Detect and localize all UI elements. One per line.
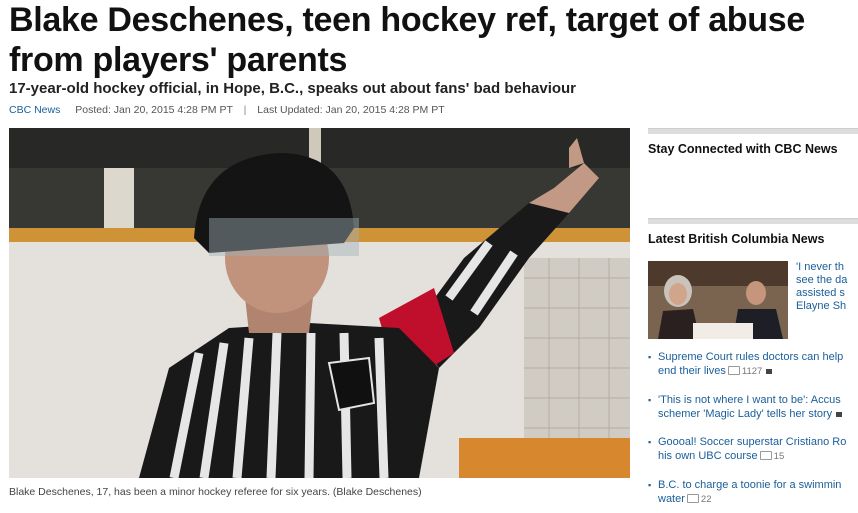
news-item-line: schemer 'Magic Lady' tells her story xyxy=(658,408,833,420)
comment-icon xyxy=(759,451,772,460)
featured-story-image[interactable] xyxy=(648,261,788,339)
video-icon xyxy=(766,369,773,374)
source-link[interactable]: CBC News xyxy=(9,104,60,116)
news-item-line2: his own UBC course 15 xyxy=(658,449,858,464)
news-item[interactable]: 'This is not where I want to be': Accus … xyxy=(648,393,858,421)
news-item-line2: water 22 xyxy=(658,492,858,507)
featured-story[interactable]: 'I never th see the da assisted s Elayne… xyxy=(648,261,858,341)
news-item-line: water xyxy=(658,493,685,505)
comment-icon xyxy=(727,366,740,375)
featured-story-text[interactable]: 'I never th see the da assisted s Elayne… xyxy=(796,261,858,313)
video-icon xyxy=(836,412,843,417)
comment-count: 15 xyxy=(773,451,785,462)
meta-separator: | xyxy=(243,104,247,116)
news-item[interactable]: Goooal! Soccer superstar Cristiano Ro hi… xyxy=(648,435,858,464)
news-item[interactable]: Supreme Court rules doctors can help end… xyxy=(648,350,858,379)
latest-news-section: Latest British Columbia News xyxy=(648,218,858,246)
latest-news-title: Latest British Columbia News xyxy=(648,232,825,246)
news-item-line: his own UBC course xyxy=(658,450,758,462)
news-item-line: Goooal! Soccer superstar Cristiano Ro xyxy=(658,436,847,448)
posted-date: Posted: Jan 20, 2015 4:28 PM PT xyxy=(75,104,233,116)
feature-line: see the da xyxy=(796,274,848,286)
feature-line: Elayne Sh xyxy=(796,300,847,312)
latest-news-list: Supreme Court rules doctors can help end… xyxy=(648,350,858,513)
comment-count: 1127 xyxy=(741,366,763,377)
referee-image xyxy=(9,128,630,478)
article-meta: CBC News Posted: Jan 20, 2015 4:28 PM PT… xyxy=(9,104,445,116)
news-item-line2: end their lives 1127 xyxy=(658,364,858,379)
news-item[interactable]: B.C. to charge a toonie for a swimmin wa… xyxy=(648,478,858,507)
news-item-line: B.C. to charge a toonie for a swimmin xyxy=(658,479,842,491)
photo-caption: Blake Deschenes, 17, has been a minor ho… xyxy=(9,486,422,498)
article-headline: Blake Deschenes, teen hockey ref, target… xyxy=(9,1,805,79)
news-item-line: 'This is not where I want to be': Accus xyxy=(658,394,841,406)
article-subheadline: 17-year-old hockey official, in Hope, B.… xyxy=(9,80,577,97)
comment-count: 22 xyxy=(700,494,712,505)
news-item-line: Supreme Court rules doctors can help xyxy=(658,351,844,363)
stay-connected-title: Stay Connected with CBC News xyxy=(648,142,838,156)
article-photo xyxy=(9,128,630,478)
feature-line: assisted s xyxy=(796,287,845,299)
stay-connected-section: Stay Connected with CBC News xyxy=(648,128,858,156)
news-item-line: end their lives xyxy=(658,365,726,377)
updated-date: Last Updated: Jan 20, 2015 4:28 PM PT xyxy=(257,104,445,116)
feature-line: 'I never th xyxy=(796,261,844,273)
news-item-line2: schemer 'Magic Lady' tells her story xyxy=(658,407,858,421)
comment-icon xyxy=(686,494,699,503)
